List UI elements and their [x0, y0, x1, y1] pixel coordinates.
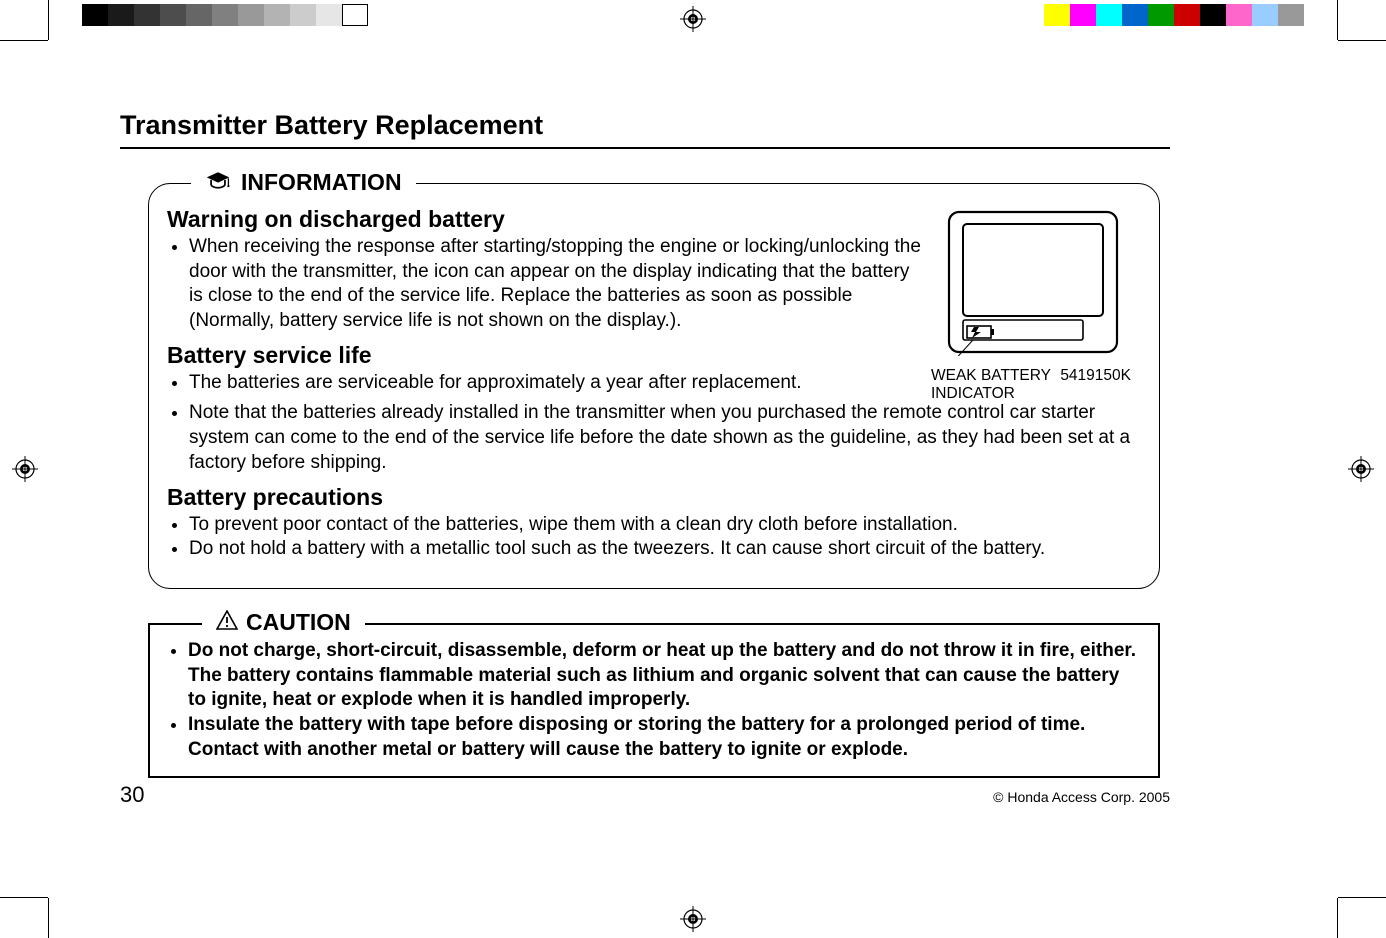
figure-reference: 5419150K — [1060, 367, 1141, 403]
registration-mark-icon — [12, 456, 38, 482]
bullet-item: Note that the batteries already installe… — [189, 401, 1141, 475]
section-heading: Warning on discharged battery — [167, 206, 921, 233]
warning-triangle-icon — [216, 609, 238, 636]
page-content: Transmitter Battery Replacement INFORMAT… — [120, 110, 1170, 778]
page-title: Transmitter Battery Replacement — [120, 110, 1170, 141]
crop-mark — [1337, 898, 1338, 938]
bullet-item: When receiving the response after starti… — [189, 235, 921, 334]
crop-mark — [1338, 40, 1386, 41]
caution-label: CAUTION — [246, 609, 351, 636]
registration-mark-icon — [1348, 456, 1374, 482]
color-bar-process — [1044, 4, 1304, 26]
bullet-item: To prevent poor contact of the batteries… — [189, 513, 1141, 538]
registration-mark-icon — [680, 6, 706, 32]
information-tab: INFORMATION — [191, 169, 416, 196]
information-label: INFORMATION — [241, 169, 402, 196]
registration-mark-icon — [680, 906, 706, 932]
figure-callout: WEAK BATTERY INDICATOR — [931, 367, 1051, 403]
page-number: 30 — [120, 782, 144, 808]
weak-battery-figure: WEAK BATTERY INDICATOR 5419150K — [931, 204, 1141, 403]
caution-box: CAUTION Do not charge, short-circuit, di… — [148, 623, 1160, 778]
page-footer: 30 © Honda Access Corp. 2005 — [120, 782, 1170, 808]
crop-mark — [48, 0, 49, 40]
color-bar-grayscale — [82, 4, 368, 26]
crop-mark — [0, 897, 48, 898]
bullet-item: Do not hold a battery with a metallic to… — [189, 537, 1141, 562]
crop-mark — [0, 40, 48, 41]
transmitter-illustration-icon — [941, 206, 1126, 356]
graduation-cap-icon — [205, 169, 231, 196]
title-rule — [120, 147, 1170, 149]
information-box: INFORMATION Warning on discharged batter… — [148, 183, 1160, 589]
copyright-text: © Honda Access Corp. 2005 — [993, 789, 1170, 805]
bullet-item: Do not charge, short-circuit, disassembl… — [188, 639, 1142, 713]
bullet-item: Insulate the battery with tape before di… — [188, 713, 1142, 762]
bullet-item: The batteries are serviceable for approx… — [189, 371, 921, 396]
crop-mark — [48, 898, 49, 938]
crop-mark — [1337, 0, 1338, 40]
caution-tab: CAUTION — [202, 609, 365, 636]
section-heading: Battery precautions — [167, 484, 1141, 511]
section-heading: Battery service life — [167, 342, 921, 369]
crop-mark — [1338, 897, 1386, 898]
